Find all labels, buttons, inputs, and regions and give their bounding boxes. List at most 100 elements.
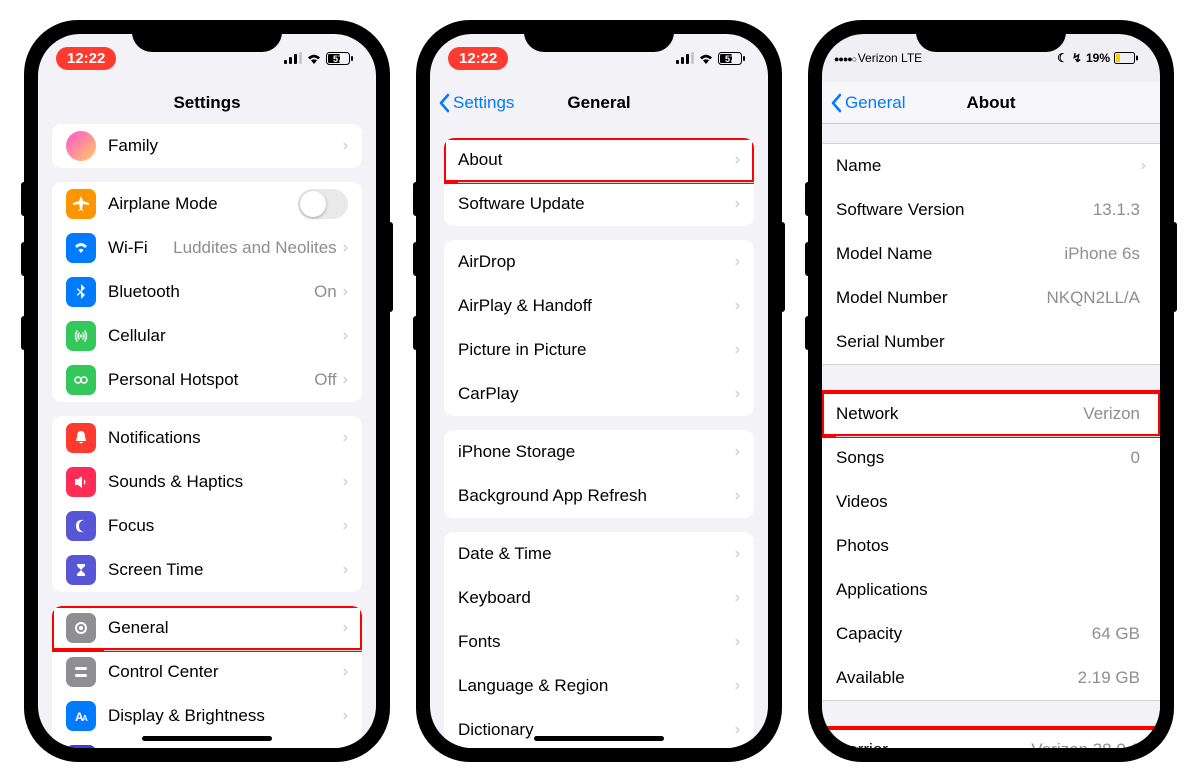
focus-row[interactable]: Focus › xyxy=(52,504,362,548)
dnd-icon: ☾ xyxy=(1057,51,1068,65)
hotspot-row[interactable]: Personal Hotspot Off › xyxy=(52,358,362,402)
chevron-right-icon: › xyxy=(735,721,740,739)
chevron-right-icon: › xyxy=(343,371,348,389)
name-row[interactable]: Name› xyxy=(822,144,1160,188)
wifi-icon xyxy=(698,52,714,64)
storage-row[interactable]: iPhone Storage› xyxy=(444,430,754,474)
chevron-right-icon: › xyxy=(343,707,348,725)
photos-row: Photos xyxy=(822,524,1160,568)
airdrop-row[interactable]: AirDrop› xyxy=(444,240,754,284)
carrier-row: CarrierVerizon 38.0.1 xyxy=(822,728,1160,748)
software-version-row: Software Version13.1.3 xyxy=(822,188,1160,232)
family-row[interactable]: Family › xyxy=(52,124,362,168)
chevron-right-icon: › xyxy=(735,545,740,563)
back-button[interactable]: General xyxy=(830,93,905,113)
general-row[interactable]: General › xyxy=(52,606,362,650)
applications-row: Applications xyxy=(822,568,1160,612)
langregion-row[interactable]: Language & Region› xyxy=(444,664,754,708)
chevron-right-icon: › xyxy=(735,297,740,315)
page-title: Settings xyxy=(173,93,240,113)
nav-bar: Settings xyxy=(38,82,376,124)
chevron-right-icon: › xyxy=(343,473,348,491)
battery-icon: 57 xyxy=(326,52,354,65)
model-number-row: Model NumberNKQN2LL/A xyxy=(822,276,1160,320)
chevron-right-icon: › xyxy=(343,239,348,257)
nav-bar: Settings General xyxy=(430,82,768,124)
chevron-right-icon: › xyxy=(343,429,348,447)
airplay-row[interactable]: AirPlay & Handoff› xyxy=(444,284,754,328)
capacity-row: Capacity64 GB xyxy=(822,612,1160,656)
model-name-row: Model NameiPhone 6s xyxy=(822,232,1160,276)
phone-2-general: 12:22 57 Settings General About › Soft xyxy=(418,22,780,760)
phone-1-settings: 12:22 57 Settings Family › Airpla xyxy=(26,22,388,760)
dictionary-row[interactable]: Dictionary› xyxy=(444,708,754,748)
phone-3-about: ●●●●○ Verizon LTE ☾ ↯ 19% General About … xyxy=(810,22,1172,760)
datetime-row[interactable]: Date & Time› xyxy=(444,532,754,576)
bg-refresh-row[interactable]: Background App Refresh› xyxy=(444,474,754,518)
notch xyxy=(916,22,1066,52)
hourglass-icon xyxy=(66,555,96,585)
chevron-right-icon: › xyxy=(343,517,348,535)
fonts-row[interactable]: Fonts› xyxy=(444,620,754,664)
status-carrier: ●●●●○ Verizon LTE xyxy=(834,51,922,65)
nav-bar: General About xyxy=(822,82,1160,124)
notifications-row[interactable]: Notifications › xyxy=(52,416,362,460)
available-row: Available2.19 GB xyxy=(822,656,1160,700)
back-button[interactable]: Settings xyxy=(438,93,514,113)
page-title: General xyxy=(567,93,630,113)
display-row[interactable]: AA Display & Brightness › xyxy=(52,694,362,738)
home-indicator[interactable] xyxy=(142,736,272,741)
chevron-right-icon: › xyxy=(735,253,740,271)
chevron-left-icon xyxy=(830,93,842,113)
battery-percent: 19% xyxy=(1086,51,1110,65)
control-center-row[interactable]: Control Center › xyxy=(52,650,362,694)
about-row[interactable]: About › xyxy=(444,138,754,182)
chevron-right-icon: › xyxy=(735,195,740,213)
grid-icon xyxy=(66,745,96,748)
keyboard-row[interactable]: Keyboard› xyxy=(444,576,754,620)
chevron-right-icon: › xyxy=(735,341,740,359)
family-avatars-icon xyxy=(66,131,96,161)
chevron-right-icon: › xyxy=(343,619,348,637)
chevron-right-icon: › xyxy=(343,561,348,579)
cellular-row[interactable]: Cellular › xyxy=(52,314,362,358)
wifi-row[interactable]: Wi-Fi Luddites and Neolites › xyxy=(52,226,362,270)
sounds-row[interactable]: Sounds & Haptics › xyxy=(52,460,362,504)
chevron-right-icon: › xyxy=(735,151,740,169)
chevron-right-icon: › xyxy=(343,327,348,345)
network-row: NetworkVerizon xyxy=(822,392,1160,436)
cellular-icon xyxy=(66,321,96,351)
airplane-icon xyxy=(66,189,96,219)
airplane-mode-row[interactable]: Airplane Mode xyxy=(52,182,362,226)
switches-icon xyxy=(66,657,96,687)
airplane-toggle[interactable] xyxy=(298,189,348,219)
svg-text:57: 57 xyxy=(725,54,735,64)
hotspot-icon xyxy=(66,365,96,395)
svg-text:A: A xyxy=(82,714,88,723)
chevron-right-icon: › xyxy=(735,677,740,695)
chevron-right-icon: › xyxy=(1141,157,1146,175)
serial-row: Serial Number xyxy=(822,320,1160,364)
battery-icon: 57 xyxy=(718,52,746,65)
pip-row[interactable]: Picture in Picture› xyxy=(444,328,754,372)
family-label: Family xyxy=(108,136,343,156)
videos-row: Videos xyxy=(822,480,1160,524)
chevron-right-icon: › xyxy=(735,589,740,607)
bell-icon xyxy=(66,423,96,453)
text-size-icon: AA xyxy=(66,701,96,731)
status-time: 12:22 xyxy=(56,47,116,70)
chevron-left-icon xyxy=(438,93,450,113)
notch xyxy=(132,22,282,52)
screentime-row[interactable]: Screen Time › xyxy=(52,548,362,592)
chevron-right-icon: › xyxy=(735,385,740,403)
chevron-right-icon: › xyxy=(343,663,348,681)
software-update-row[interactable]: Software Update › xyxy=(444,182,754,226)
carplay-row[interactable]: CarPlay› xyxy=(444,372,754,416)
wifi-settings-icon xyxy=(66,233,96,263)
bluetooth-row[interactable]: Bluetooth On › xyxy=(52,270,362,314)
chevron-right-icon: › xyxy=(343,283,348,301)
speaker-icon xyxy=(66,467,96,497)
chevron-right-icon: › xyxy=(735,487,740,505)
status-time: 12:22 xyxy=(448,47,508,70)
home-indicator[interactable] xyxy=(534,736,664,741)
